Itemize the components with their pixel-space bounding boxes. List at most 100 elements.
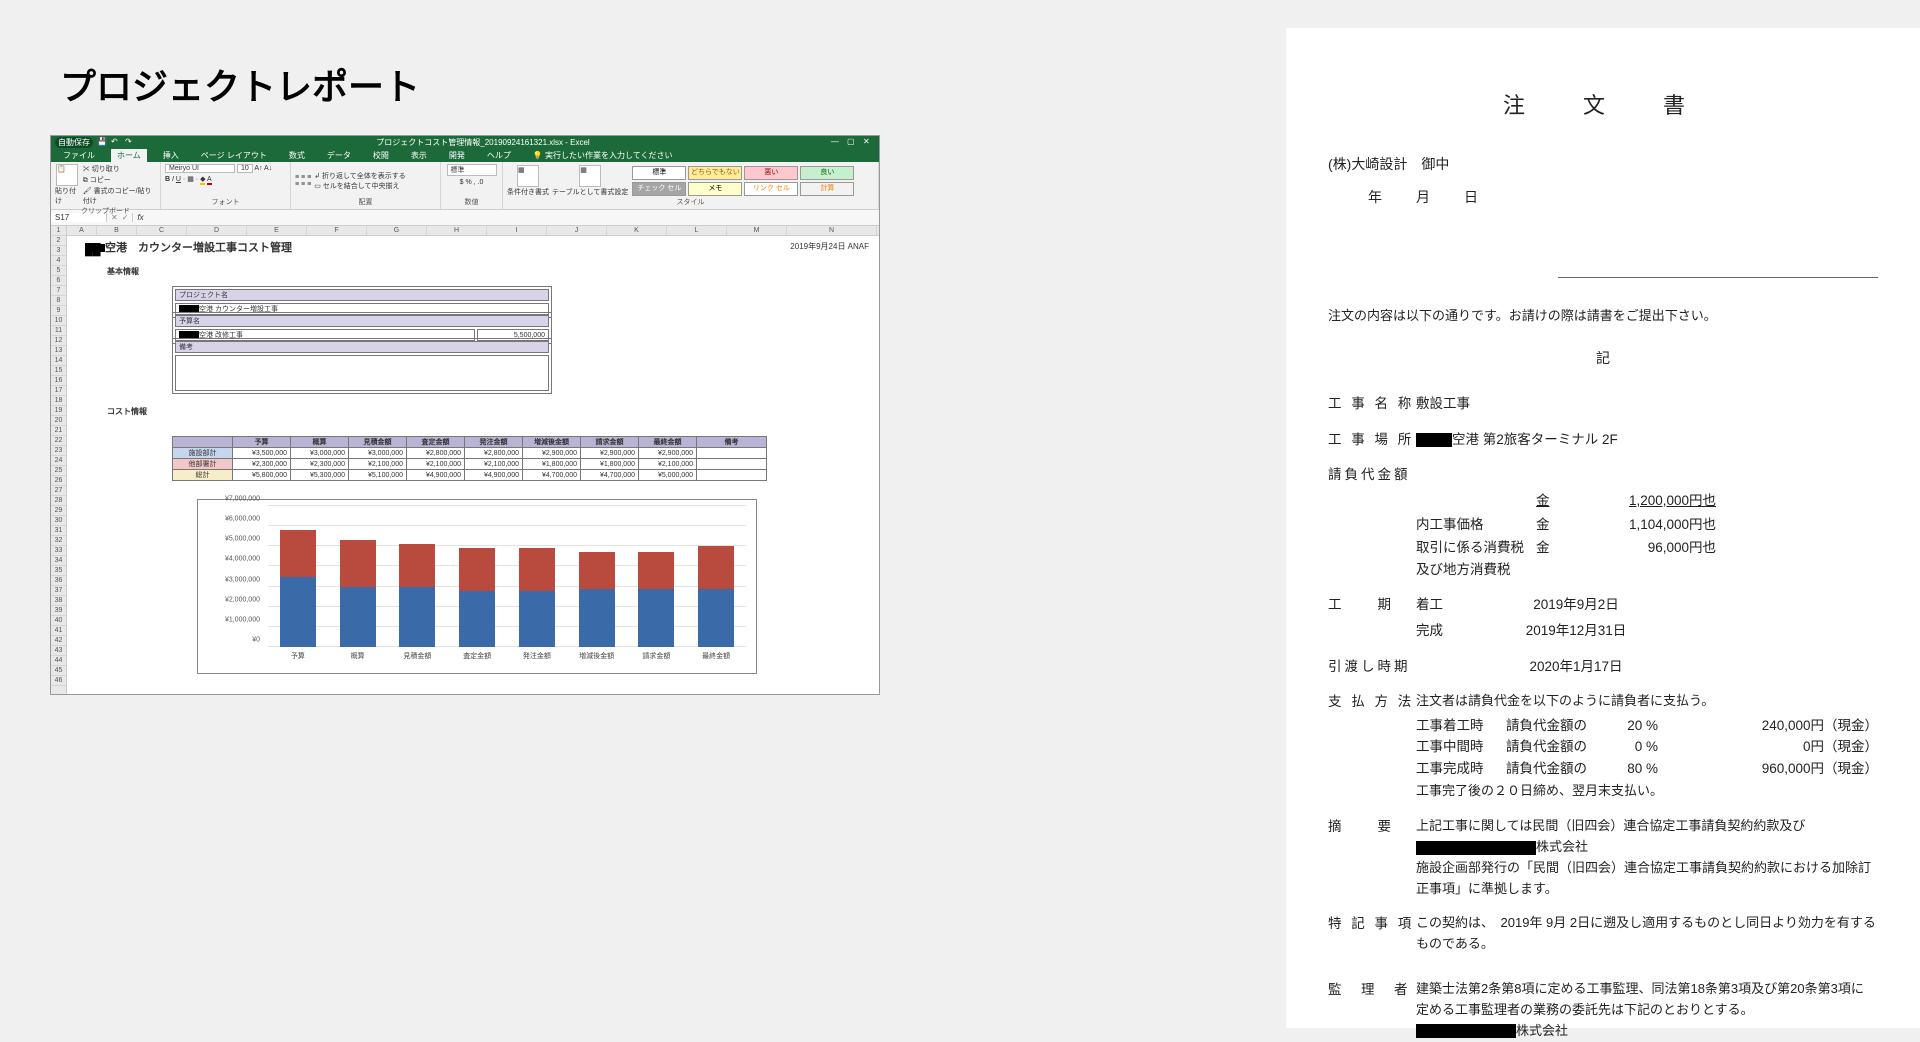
number-format-select[interactable]: 標準: [447, 164, 497, 176]
menu-tab-ページ レイアウト[interactable]: ページ レイアウト: [195, 149, 273, 162]
value-work-place: 空港 第2旅客ターミナル 2F: [1416, 429, 1878, 451]
cost-row-label: 総計: [173, 470, 233, 481]
format-painter-button[interactable]: 🖌 書式のコピー/貼り付け: [83, 186, 156, 206]
border-icon[interactable]: ▦: [187, 176, 194, 183]
comma-icon[interactable]: ,: [474, 179, 476, 186]
menu-tab-ヘルプ[interactable]: ヘルプ: [481, 149, 517, 162]
chart-bar-segment: [340, 540, 376, 586]
font-size-select[interactable]: 10: [237, 164, 253, 173]
chart-xtick: 見積金額: [388, 651, 448, 667]
cost-cell: ¥5,100,000: [349, 470, 407, 481]
cost-cell: ¥4,700,000: [523, 470, 581, 481]
sheet-date: 2019年9月24日 ANAF: [790, 241, 869, 252]
align-bot-icon[interactable]: ≡: [307, 174, 311, 181]
value-remark: [175, 355, 549, 391]
excel-window: 自動保存 💾 ↶ ↷ プロジェクトコスト管理情報_20190924161321.…: [50, 135, 880, 695]
style-cell[interactable]: メモ: [688, 182, 742, 196]
style-cell[interactable]: 計算: [800, 182, 854, 196]
paste-icon[interactable]: 📋: [56, 164, 78, 186]
align-mid-icon[interactable]: ≡: [301, 174, 305, 181]
tell-me[interactable]: 💡 実行したい作業を入力してください: [533, 150, 673, 161]
save-icon[interactable]: 💾: [97, 137, 107, 147]
cost-cell: ¥2,900,000: [581, 448, 639, 459]
group-label-clipboard: クリップボード: [55, 206, 156, 216]
italic-icon[interactable]: I: [172, 176, 174, 183]
worksheet[interactable]: 1234567891011121314151617181920212223242…: [51, 226, 879, 694]
label-end: 完成: [1416, 620, 1476, 642]
chart-ytick: ¥5,000,000: [225, 536, 260, 543]
format-as-table-icon[interactable]: ▦: [579, 165, 601, 187]
cost-table: 予算概算見積金額査定金額発注金額増減後金額請求金額最終金額備考施設部計¥3,50…: [172, 436, 767, 481]
column-headers[interactable]: ABCDEFGHIJKLMN: [67, 226, 879, 236]
format-as-table-button[interactable]: テーブルとして書式設定: [552, 187, 628, 197]
percent-icon[interactable]: %: [465, 179, 471, 186]
autosave-toggle[interactable]: 自動保存: [55, 137, 93, 148]
label-budget-name: 予算名: [175, 315, 549, 327]
font-color-icon[interactable]: A: [207, 176, 212, 185]
cut-button[interactable]: ✂ 切り取り: [83, 164, 156, 174]
menu-tab-開発[interactable]: 開発: [443, 149, 471, 162]
cond-format-button[interactable]: 条件付き書式: [507, 187, 549, 197]
merge-center-button[interactable]: ▭ セルを結合して中央揃え: [314, 181, 406, 191]
row-headers[interactable]: 1234567891011121314151617181920212223242…: [51, 226, 67, 694]
align-right-icon[interactable]: ≡: [307, 181, 311, 188]
group-label-styles: スタイル: [507, 197, 874, 207]
paste-button[interactable]: 貼り付け: [55, 186, 80, 206]
align-top-icon[interactable]: ≡: [295, 174, 299, 181]
increase-font-icon[interactable]: A↑: [254, 165, 262, 172]
minimize-icon[interactable]: —: [831, 137, 841, 147]
fill-color-icon[interactable]: ◆: [200, 176, 205, 185]
style-cell[interactable]: 標準: [632, 166, 686, 180]
copy-button[interactable]: ⧉ コピー: [83, 175, 156, 185]
pay-cell: 0 %: [1606, 736, 1666, 758]
inc-dec-icon[interactable]: .0: [478, 179, 484, 186]
cost-cell: ¥2,100,000: [349, 459, 407, 470]
wrap-text-button[interactable]: ↲ 折り返して全体を表示する: [314, 171, 406, 181]
align-center-icon[interactable]: ≡: [301, 181, 305, 188]
excel-ribbon: 📋 貼り付け ✂ 切り取り ⧉ コピー 🖌 書式のコピー/貼り付け クリップボー…: [51, 162, 879, 210]
label-remark: 備考: [175, 341, 549, 353]
decrease-font-icon[interactable]: A↓: [264, 165, 272, 172]
style-cell[interactable]: 良い: [800, 166, 854, 180]
cell-styles-gallery[interactable]: 標準どちらでもない悪い良いチェック セルメモリンク セル計算: [631, 165, 871, 197]
cost-cell: ¥3,000,000: [349, 448, 407, 459]
style-cell[interactable]: 悪い: [744, 166, 798, 180]
pay-cell: 工事完成時: [1416, 758, 1506, 780]
value-start: 2019年9月2日: [1476, 594, 1676, 616]
menu-tab-ホーム[interactable]: ホーム: [111, 149, 147, 162]
undo-icon[interactable]: ↶: [111, 137, 121, 147]
cost-cell: ¥4,900,000: [465, 470, 523, 481]
cost-cell: ¥4,900,000: [407, 470, 465, 481]
menu-tab-表示[interactable]: 表示: [405, 149, 433, 162]
cost-col-header: [173, 437, 233, 448]
menu-tab-データ[interactable]: データ: [321, 149, 357, 162]
menu-tab-数式[interactable]: 数式: [283, 149, 311, 162]
menu-tab-校閲[interactable]: 校閲: [367, 149, 395, 162]
currency-icon[interactable]: $: [460, 179, 464, 186]
label-period: 工 期: [1328, 594, 1416, 616]
value-work-name: 敷設工事: [1416, 393, 1878, 415]
style-cell[interactable]: チェック セル: [632, 182, 686, 196]
cost-cell: ¥4,700,000: [581, 470, 639, 481]
style-cell[interactable]: リンク セル: [744, 182, 798, 196]
ki-marker: 記: [1328, 347, 1878, 369]
bold-icon[interactable]: B: [165, 176, 170, 183]
font-name-select[interactable]: Meiryo UI: [165, 164, 235, 173]
price-kin: 金: [1536, 490, 1566, 512]
redo-icon[interactable]: ↷: [125, 137, 135, 147]
cost-cell: ¥2,100,000: [639, 459, 697, 470]
chart-ytick: ¥2,000,000: [225, 596, 260, 603]
pay-note: 工事完了後の２０日締め、翌月末支払い。: [1328, 781, 1878, 802]
pay-cell: 240,000円（現金）: [1666, 715, 1878, 737]
maximize-icon[interactable]: ▢: [847, 137, 857, 147]
close-icon[interactable]: ✕: [863, 137, 873, 147]
style-cell[interactable]: どちらでもない: [688, 166, 742, 180]
menu-tab-ファイル[interactable]: ファイル: [57, 149, 101, 162]
chart-xtick: 最終金額: [686, 651, 746, 667]
cost-col-header: 見積金額: [349, 437, 407, 448]
align-left-icon[interactable]: ≡: [295, 181, 299, 188]
underline-icon[interactable]: U: [176, 176, 181, 183]
order-document: 注 文 書 (株)大崎設計 御中 年 月 日 注文の内容は以下の通りです。お請け…: [1286, 28, 1920, 1028]
menu-tab-挿入[interactable]: 挿入: [157, 149, 185, 162]
cond-format-icon[interactable]: ▦: [517, 165, 539, 187]
